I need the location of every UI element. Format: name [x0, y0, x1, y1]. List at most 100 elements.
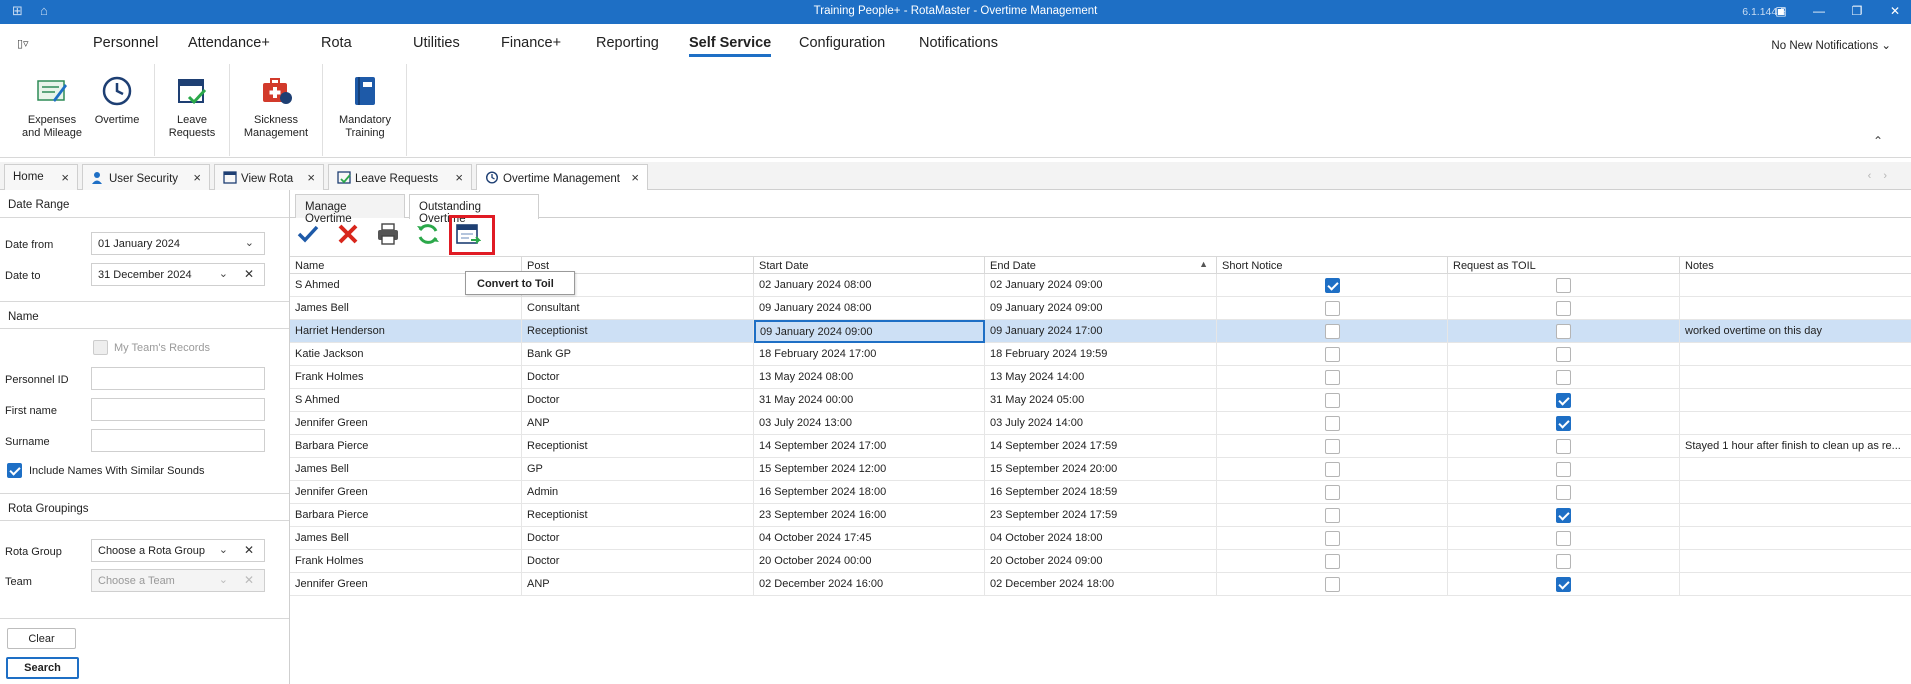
col-start-date[interactable]: Start Date — [754, 257, 985, 274]
expenses-button[interactable]: Expenses and Mileage — [22, 62, 82, 158]
short-notice-checkbox[interactable] — [1325, 554, 1340, 569]
mandatory-training-button[interactable]: Mandatory Training — [332, 62, 398, 158]
cell-post[interactable]: Bank GP — [522, 343, 754, 366]
cell-name[interactable]: James Bell — [290, 458, 522, 481]
short-notice-checkbox[interactable] — [1325, 278, 1340, 293]
chevron-down-icon[interactable]: ⌄ — [219, 543, 228, 556]
cell-post[interactable]: Consultant — [522, 297, 754, 320]
request-toil-checkbox[interactable] — [1556, 554, 1571, 569]
table-row[interactable]: Barbara Pierce Receptionist 23 September 2… — [290, 504, 1911, 527]
cell-name[interactable]: Harriet Henderson — [290, 320, 522, 343]
request-toil-checkbox[interactable] — [1556, 462, 1571, 477]
cell-end-date[interactable]: 04 October 2024 18:00 — [985, 527, 1217, 550]
cell-notes[interactable] — [1680, 458, 1903, 481]
short-notice-checkbox[interactable] — [1325, 393, 1340, 408]
cell-notes[interactable] — [1680, 412, 1903, 435]
cell-notes[interactable] — [1680, 573, 1903, 596]
cell-start-date[interactable]: 15 September 2024 12:00 — [754, 458, 985, 481]
request-toil-checkbox[interactable] — [1556, 416, 1571, 431]
personnel-id-input[interactable] — [91, 367, 265, 390]
date-from-field[interactable]: 01 January 2024 ⌄ — [91, 232, 265, 255]
refresh-button[interactable] — [415, 221, 441, 247]
col-request-toil[interactable]: Request as TOIL — [1448, 257, 1680, 274]
cell-end-date[interactable]: 13 May 2024 14:00 — [985, 366, 1217, 389]
clear-icon[interactable]: ✕ — [244, 543, 254, 557]
cell-notes[interactable] — [1680, 504, 1903, 527]
col-end-date[interactable]: End Date ▲ — [985, 257, 1217, 274]
short-notice-checkbox[interactable] — [1325, 485, 1340, 500]
table-row[interactable]: Harriet Henderson Receptionist 09 January … — [290, 320, 1911, 343]
cell-notes[interactable] — [1680, 274, 1903, 297]
table-row[interactable]: James Bell Doctor 04 October 2024 17:45 04 … — [290, 527, 1911, 550]
my-team-checkbox[interactable] — [93, 340, 108, 355]
clear-button[interactable]: Clear — [7, 628, 76, 649]
cell-notes[interactable]: worked overtime on this day — [1680, 320, 1903, 343]
cell-post[interactable]: Admin — [522, 481, 754, 504]
rota-group-select[interactable]: Choose a Rota Group ⌄ ✕ — [91, 539, 265, 562]
cell-notes[interactable] — [1680, 481, 1903, 504]
cell-end-date[interactable]: 31 May 2024 05:00 — [985, 389, 1217, 412]
leave-requests-button[interactable]: Leave Requests — [163, 62, 221, 158]
cell-start-date[interactable]: 20 October 2024 00:00 — [754, 550, 985, 573]
table-row[interactable]: Frank Holmes Doctor 20 October 2024 00:00 2… — [290, 550, 1911, 573]
table-row[interactable]: Jennifer Green ANP 03 July 2024 13:00 03 Ju… — [290, 412, 1911, 435]
close-icon[interactable]: × — [193, 170, 201, 185]
sickness-management-button[interactable]: Sickness Management — [238, 62, 314, 158]
cell-name[interactable]: Katie Jackson — [290, 343, 522, 366]
cell-notes[interactable] — [1680, 550, 1903, 573]
cell-end-date[interactable]: 18 February 2024 19:59 — [985, 343, 1217, 366]
chevron-up-icon[interactable]: ⌃ — [1873, 134, 1883, 148]
chevron-down-icon[interactable]: ⌄ — [245, 236, 254, 249]
cell-start-date[interactable]: 09 January 2024 09:00 — [754, 320, 985, 343]
cell-end-date[interactable]: 02 January 2024 09:00 — [985, 274, 1217, 297]
tab-home[interactable]: Home × — [4, 164, 78, 190]
request-toil-checkbox[interactable] — [1556, 393, 1571, 408]
cell-start-date[interactable]: 09 January 2024 08:00 — [754, 297, 985, 320]
tab-user-security[interactable]: User Security × — [82, 164, 210, 190]
request-toil-checkbox[interactable] — [1556, 278, 1571, 293]
approve-button[interactable] — [295, 221, 321, 247]
cell-start-date[interactable]: 13 May 2024 08:00 — [754, 366, 985, 389]
restore-icon[interactable]: ❐ — [1849, 3, 1865, 19]
cell-name[interactable]: Barbara Pierce — [290, 504, 522, 527]
cell-start-date[interactable]: 02 December 2024 16:00 — [754, 573, 985, 596]
overtime-button[interactable]: Overtime — [92, 62, 142, 158]
tab-leave-requests[interactable]: Leave Requests × — [328, 164, 472, 190]
cell-end-date[interactable]: 20 October 2024 09:00 — [985, 550, 1217, 573]
cell-name[interactable]: Jennifer Green — [290, 412, 522, 435]
col-notes[interactable]: Notes — [1680, 257, 1911, 274]
window-list-icon[interactable]: ▣ — [1773, 3, 1789, 19]
request-toil-checkbox[interactable] — [1556, 531, 1571, 546]
table-row[interactable]: Barbara Pierce Receptionist 14 September 2… — [290, 435, 1911, 458]
cell-name[interactable]: James Bell — [290, 297, 522, 320]
request-toil-checkbox[interactable] — [1556, 370, 1571, 385]
menu-rota[interactable]: Rota — [321, 35, 352, 51]
short-notice-checkbox[interactable] — [1325, 577, 1340, 592]
similar-sounds-checkbox[interactable] — [7, 463, 22, 478]
request-toil-checkbox[interactable] — [1556, 324, 1571, 339]
cell-start-date[interactable]: 02 January 2024 08:00 — [754, 274, 985, 297]
close-icon[interactable]: × — [455, 170, 463, 185]
table-row[interactable]: James Bell Consultant 09 January 2024 08:0… — [290, 297, 1911, 320]
search-button[interactable]: Search — [6, 657, 79, 679]
request-toil-checkbox[interactable] — [1556, 439, 1571, 454]
cell-end-date[interactable]: 23 September 2024 17:59 — [985, 504, 1217, 527]
cell-name[interactable]: Frank Holmes — [290, 366, 522, 389]
cell-start-date[interactable]: 03 July 2024 13:00 — [754, 412, 985, 435]
tab-scroll-arrows[interactable]: ‹› — [1868, 170, 1899, 182]
request-toil-checkbox[interactable] — [1556, 508, 1571, 523]
minimize-icon[interactable]: — — [1811, 3, 1827, 19]
menu-utilities[interactable]: Utilities — [413, 35, 460, 51]
cell-post[interactable]: Receptionist — [522, 435, 754, 458]
table-row[interactable]: Jennifer Green ANP 02 December 2024 16:00 0… — [290, 573, 1911, 596]
surname-input[interactable] — [91, 429, 265, 452]
cell-notes[interactable] — [1680, 343, 1903, 366]
short-notice-checkbox[interactable] — [1325, 301, 1340, 316]
cell-end-date[interactable]: 02 December 2024 18:00 — [985, 573, 1217, 596]
cell-notes[interactable] — [1680, 366, 1903, 389]
table-row[interactable]: Katie Jackson Bank GP 18 February 2024 17:… — [290, 343, 1911, 366]
table-row[interactable]: Frank Holmes Doctor 13 May 2024 08:00 13 Ma… — [290, 366, 1911, 389]
menu-self-service[interactable]: Self Service — [689, 35, 772, 57]
short-notice-checkbox[interactable] — [1325, 370, 1340, 385]
cell-post[interactable]: ANP — [522, 573, 754, 596]
